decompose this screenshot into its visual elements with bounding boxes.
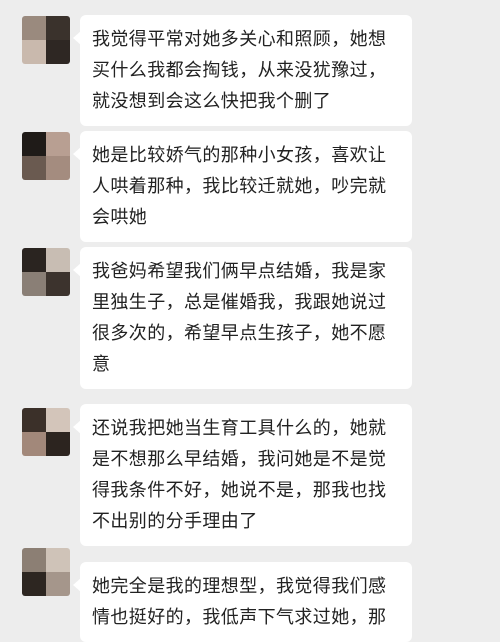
message-text: 我爸妈希望我们俩早点结婚，我是家里独生子，总是催婚我，我跟她说过很多次的，希望早…	[92, 261, 387, 375]
avatar-tile	[46, 132, 70, 156]
avatar-tile	[46, 548, 70, 572]
avatar-tile	[22, 16, 46, 40]
message-text: 她是比较娇气的那种小女孩，喜欢让人哄着那种，我比较迁就她，吵完就会哄她	[92, 145, 387, 228]
avatar-tile	[22, 272, 46, 296]
avatar-tile	[22, 548, 46, 572]
avatar-tile	[46, 40, 70, 64]
avatar[interactable]	[22, 408, 70, 456]
avatar-tile	[46, 408, 70, 432]
message-bubble[interactable]: 我觉得平常对她多关心和照顾，她想买什么我都会掏钱，从来没犹豫过，就没想到会这么快…	[73, 15, 412, 126]
avatar-tile	[22, 572, 46, 596]
avatar-tile	[46, 272, 70, 296]
message-bubble[interactable]: 她完全是我的理想型，我觉得我们感情也挺好的，我低声下气求过她，那	[73, 562, 412, 642]
message-text: 她完全是我的理想型，我觉得我们感情也挺好的，我低声下气求过她，那	[92, 576, 387, 628]
message-text: 还说我把她当生育工具什么的，她就是不想那么早结婚，我问她是不是觉得我条件不好，她…	[92, 418, 387, 532]
avatar-tile	[22, 408, 46, 432]
avatar-tile	[22, 40, 46, 64]
avatar-tile	[22, 156, 46, 180]
message-bubble[interactable]: 还说我把她当生育工具什么的，她就是不想那么早结婚，我问她是不是觉得我条件不好，她…	[73, 404, 412, 546]
message-bubble[interactable]: 我爸妈希望我们俩早点结婚，我是家里独生子，总是催婚我，我跟她说过很多次的，希望早…	[73, 247, 412, 389]
avatar[interactable]	[22, 16, 70, 64]
avatar[interactable]	[22, 132, 70, 180]
chat-message-list: 我觉得平常对她多关心和照顾，她想买什么我都会掏钱，从来没犹豫过，就没想到会这么快…	[0, 0, 500, 642]
avatar[interactable]	[22, 548, 70, 596]
avatar-tile	[46, 16, 70, 40]
avatar-tile	[46, 572, 70, 596]
avatar-tile	[46, 432, 70, 456]
avatar-tile	[22, 132, 46, 156]
avatar[interactable]	[22, 248, 70, 296]
avatar-tile	[22, 432, 46, 456]
message-text: 我觉得平常对她多关心和照顾，她想买什么我都会掏钱，从来没犹豫过，就没想到会这么快…	[92, 29, 387, 112]
avatar-tile	[46, 156, 70, 180]
avatar-tile	[22, 248, 46, 272]
avatar-tile	[46, 248, 70, 272]
message-bubble[interactable]: 她是比较娇气的那种小女孩，喜欢让人哄着那种，我比较迁就她，吵完就会哄她	[73, 131, 412, 242]
